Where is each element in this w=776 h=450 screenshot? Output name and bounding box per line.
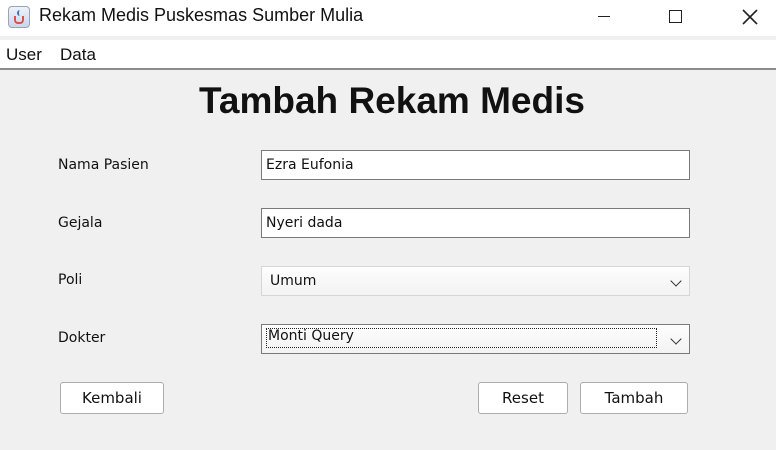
maximize-icon <box>669 10 682 23</box>
dokter-label: Dokter <box>58 330 106 346</box>
menu-data[interactable]: Data <box>60 45 96 65</box>
kembali-button[interactable]: Kembali <box>60 382 164 414</box>
close-button[interactable] <box>727 0 773 34</box>
gejala-label: Gejala <box>58 215 103 231</box>
title-bar: Rekam Medis Puskesmas Sumber Mulia <box>0 0 776 36</box>
poli-label: Poli <box>58 272 83 288</box>
chevron-down-icon <box>670 333 682 345</box>
nama-pasien-label: Nama Pasien <box>58 157 149 173</box>
minimize-icon <box>598 16 610 17</box>
page-title: Tambah Rekam Medis <box>199 80 585 121</box>
chevron-down-icon <box>670 275 682 287</box>
minimize-button[interactable] <box>581 0 627 34</box>
poli-selected-value: Umum <box>270 273 317 289</box>
dokter-dropdown[interactable]: Monti Query <box>261 324 690 354</box>
dokter-selected-value: Monti Query <box>268 328 354 344</box>
nama-pasien-field[interactable]: Ezra Eufonia <box>261 150 690 180</box>
menu-user[interactable]: User <box>6 45 42 65</box>
reset-button[interactable]: Reset <box>478 382 568 414</box>
menu-bar: User Data <box>0 40 776 70</box>
maximize-button[interactable] <box>652 0 698 34</box>
window-title: Rekam Medis Puskesmas Sumber Mulia <box>39 5 364 25</box>
close-icon <box>742 9 758 25</box>
poli-dropdown[interactable]: Umum <box>261 266 690 296</box>
gejala-field[interactable]: Nyeri dada <box>261 208 690 238</box>
tambah-button[interactable]: Tambah <box>580 382 688 414</box>
java-app-icon <box>8 6 30 28</box>
